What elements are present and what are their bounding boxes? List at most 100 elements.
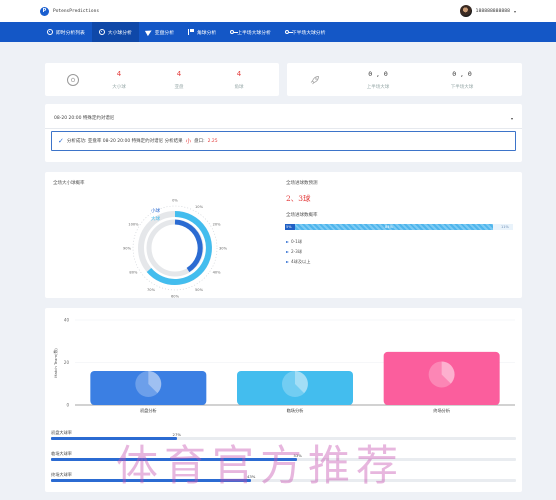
rocket-icon <box>309 74 321 86</box>
nav-over-under[interactable]: 大小球分析 <box>91 22 139 42</box>
nav-label: 上半场大球分析 <box>237 30 271 36</box>
triangle-icon <box>286 251 289 253</box>
legend-label: 2-3球 <box>291 249 303 254</box>
nav-live-analysis[interactable]: 即时分析列表 <box>40 22 92 42</box>
analysis-bar-chart-card: 0 20 40 Match Team(数) 初盘分析 临场分析 终场分析 初盘大球率 27% 临… <box>45 308 522 492</box>
key-icon <box>284 30 293 34</box>
progress-value: 43% <box>246 474 256 479</box>
bar-segment-label: 5% <box>286 225 292 229</box>
check-icon: ✓ <box>58 137 64 145</box>
result-line-label: 盘口: <box>194 139 205 144</box>
y-axis-label: Match Team(数) <box>53 348 58 378</box>
y-tick-label: 20 <box>64 360 70 365</box>
plane-icon <box>144 27 153 37</box>
ring-tick-label: 90% <box>123 247 132 251</box>
top-bar: P PotensPredictions 188888888888 ▾ <box>0 0 556 22</box>
progress-label: 临场大球率 <box>51 451 72 456</box>
nav-label: 即时分析列表 <box>56 30 85 36</box>
bar-segment-label: 11% <box>501 225 509 229</box>
user-menu[interactable]: 188888888888 ▾ <box>459 5 516 17</box>
ring-tick-label: 20% <box>213 223 222 227</box>
brand-logo-icon: P <box>40 6 49 16</box>
divider <box>45 128 522 129</box>
ring-tick-label: 0% <box>172 199 178 203</box>
stat-label: 下半场大球 <box>450 84 474 90</box>
stat-first-half-over: 0 , 0 上半场大球 <box>343 70 413 90</box>
progress-track <box>51 437 516 440</box>
username: 188888888888 <box>475 8 510 14</box>
nav-second-half-over[interactable]: 下半场大球分析 <box>278 22 333 42</box>
stat-value: 4 <box>116 69 122 78</box>
match-select-value: 08-20 20:00 特殊定约对谱尼 <box>54 116 115 121</box>
goals-subtitle: 全场进球数概率 <box>286 213 318 218</box>
y-tick-label: 40 <box>64 318 70 323</box>
progress-value: 27% <box>172 432 181 437</box>
triangle-icon <box>286 241 289 243</box>
nav-label: 下半场大球分析 <box>291 30 326 36</box>
result-line-value: 2.25 <box>207 138 218 144</box>
stat-asian-handicap: 4 亚盘 <box>149 70 209 90</box>
nav-asian-handicap[interactable]: 亚盘分析 <box>139 22 181 42</box>
legend-item: 0-1球 <box>286 239 302 245</box>
stat-label: 角球 <box>234 84 244 90</box>
progress-fill <box>51 437 177 440</box>
brand[interactable]: P PotensPredictions <box>40 6 99 16</box>
key-icon <box>230 30 239 34</box>
goals-panel-title: 全场进球数预测 <box>286 181 318 186</box>
avatar[interactable] <box>459 5 472 17</box>
stat-value: 4 <box>236 69 242 78</box>
legend-item: 4球及以上 <box>286 259 310 265</box>
nav-label: 亚盘分析 <box>154 30 174 36</box>
x-tick-label: 临场分析 <box>287 407 304 414</box>
probability-card: 全场大小球概率 0% 10% 20% 30% 40% 50% 60% 70% 80% 90% 100… <box>45 172 522 299</box>
nav-label: 角球分析 <box>197 30 217 36</box>
ring-tick-label: 40% <box>213 271 222 275</box>
nav-corners[interactable]: 角球分析 <box>181 22 223 42</box>
nav-label: 大小球分析 <box>107 30 132 36</box>
bar-segment-4plus: 11% <box>493 224 513 230</box>
match-select[interactable]: 08-20 20:00 特殊定约对谱尼 ▾ <box>45 104 522 122</box>
main-nav: 即时分析列表 大小球分析 亚盘分析 角球分析 上半场大球分析 下半场大球分析 <box>0 22 556 42</box>
circle-icon <box>47 29 53 35</box>
nav-first-half-over[interactable]: 上半场大球分析 <box>223 22 278 42</box>
legend-label: 0-1球 <box>291 239 303 244</box>
stat-label: 上半场大球 <box>366 84 390 90</box>
bar-segment-label: 84% <box>385 225 393 229</box>
bar-segment-0-1: 5% <box>285 224 295 230</box>
progress-fill <box>51 479 251 482</box>
ring-tick-label: 80% <box>129 271 138 275</box>
stat-value: 0 , 0 <box>452 69 472 78</box>
result-pick: 小 <box>185 139 192 145</box>
progress-label: 初盘大球率 <box>51 430 72 435</box>
x-tick-label: 初盘分析 <box>140 407 157 414</box>
result-text: 分析成功: 亚盘率 08-20 20:00 特殊定约对谱尼 分析结果 <box>66 139 183 144</box>
stat-over-under: 4 大小球 <box>89 70 149 90</box>
progress-label: 终场大球率 <box>51 472 72 477</box>
ring-tick-label: 70% <box>147 288 156 292</box>
target-icon <box>98 29 105 35</box>
stat-label: 亚盘 <box>174 84 184 90</box>
goals-probability-bar: 5% 84% 11% <box>285 224 513 230</box>
legend-label: 4球及以上 <box>291 259 311 264</box>
progress-track <box>51 458 516 461</box>
chevron-down-icon[interactable]: ▾ <box>514 9 516 14</box>
ring-tick-label: 50% <box>195 288 204 292</box>
y-tick-label: 0 <box>66 403 69 408</box>
legend-big: 大球 <box>151 217 160 222</box>
stats-card-halves: 0 , 0 上半场大球 0 , 0 下半场大球 <box>287 63 522 96</box>
ring-tick-label: 10% <box>195 205 204 209</box>
analysis-result: ✓ 分析成功: 亚盘率 08-20 20:00 特殊定约对谱尼 分析结果 小 盘… <box>51 131 516 151</box>
legend-item: 2-3球 <box>286 249 302 255</box>
progress-value: 53% <box>293 453 302 458</box>
stat-value: 4 <box>176 69 182 78</box>
soccer-ball-icon <box>67 73 79 86</box>
match-analysis-card: 08-20 20:00 特殊定约对谱尼 ▾ ✓ 分析成功: 亚盘率 08-20 … <box>45 104 522 162</box>
ou-ring-chart: 0% 10% 20% 30% 40% 50% 60% 70% 80% 90% 100% <box>123 199 228 299</box>
progress-track <box>51 479 516 482</box>
legend-small: 小球 <box>151 209 160 214</box>
ring-tick-label: 30% <box>219 247 228 251</box>
triangle-icon <box>286 261 289 263</box>
stats-card-matches: 4 大小球 4 亚盘 4 角球 <box>45 63 279 96</box>
stat-label: 大小球 <box>112 84 126 90</box>
stat-value: 0 , 0 <box>368 69 388 78</box>
